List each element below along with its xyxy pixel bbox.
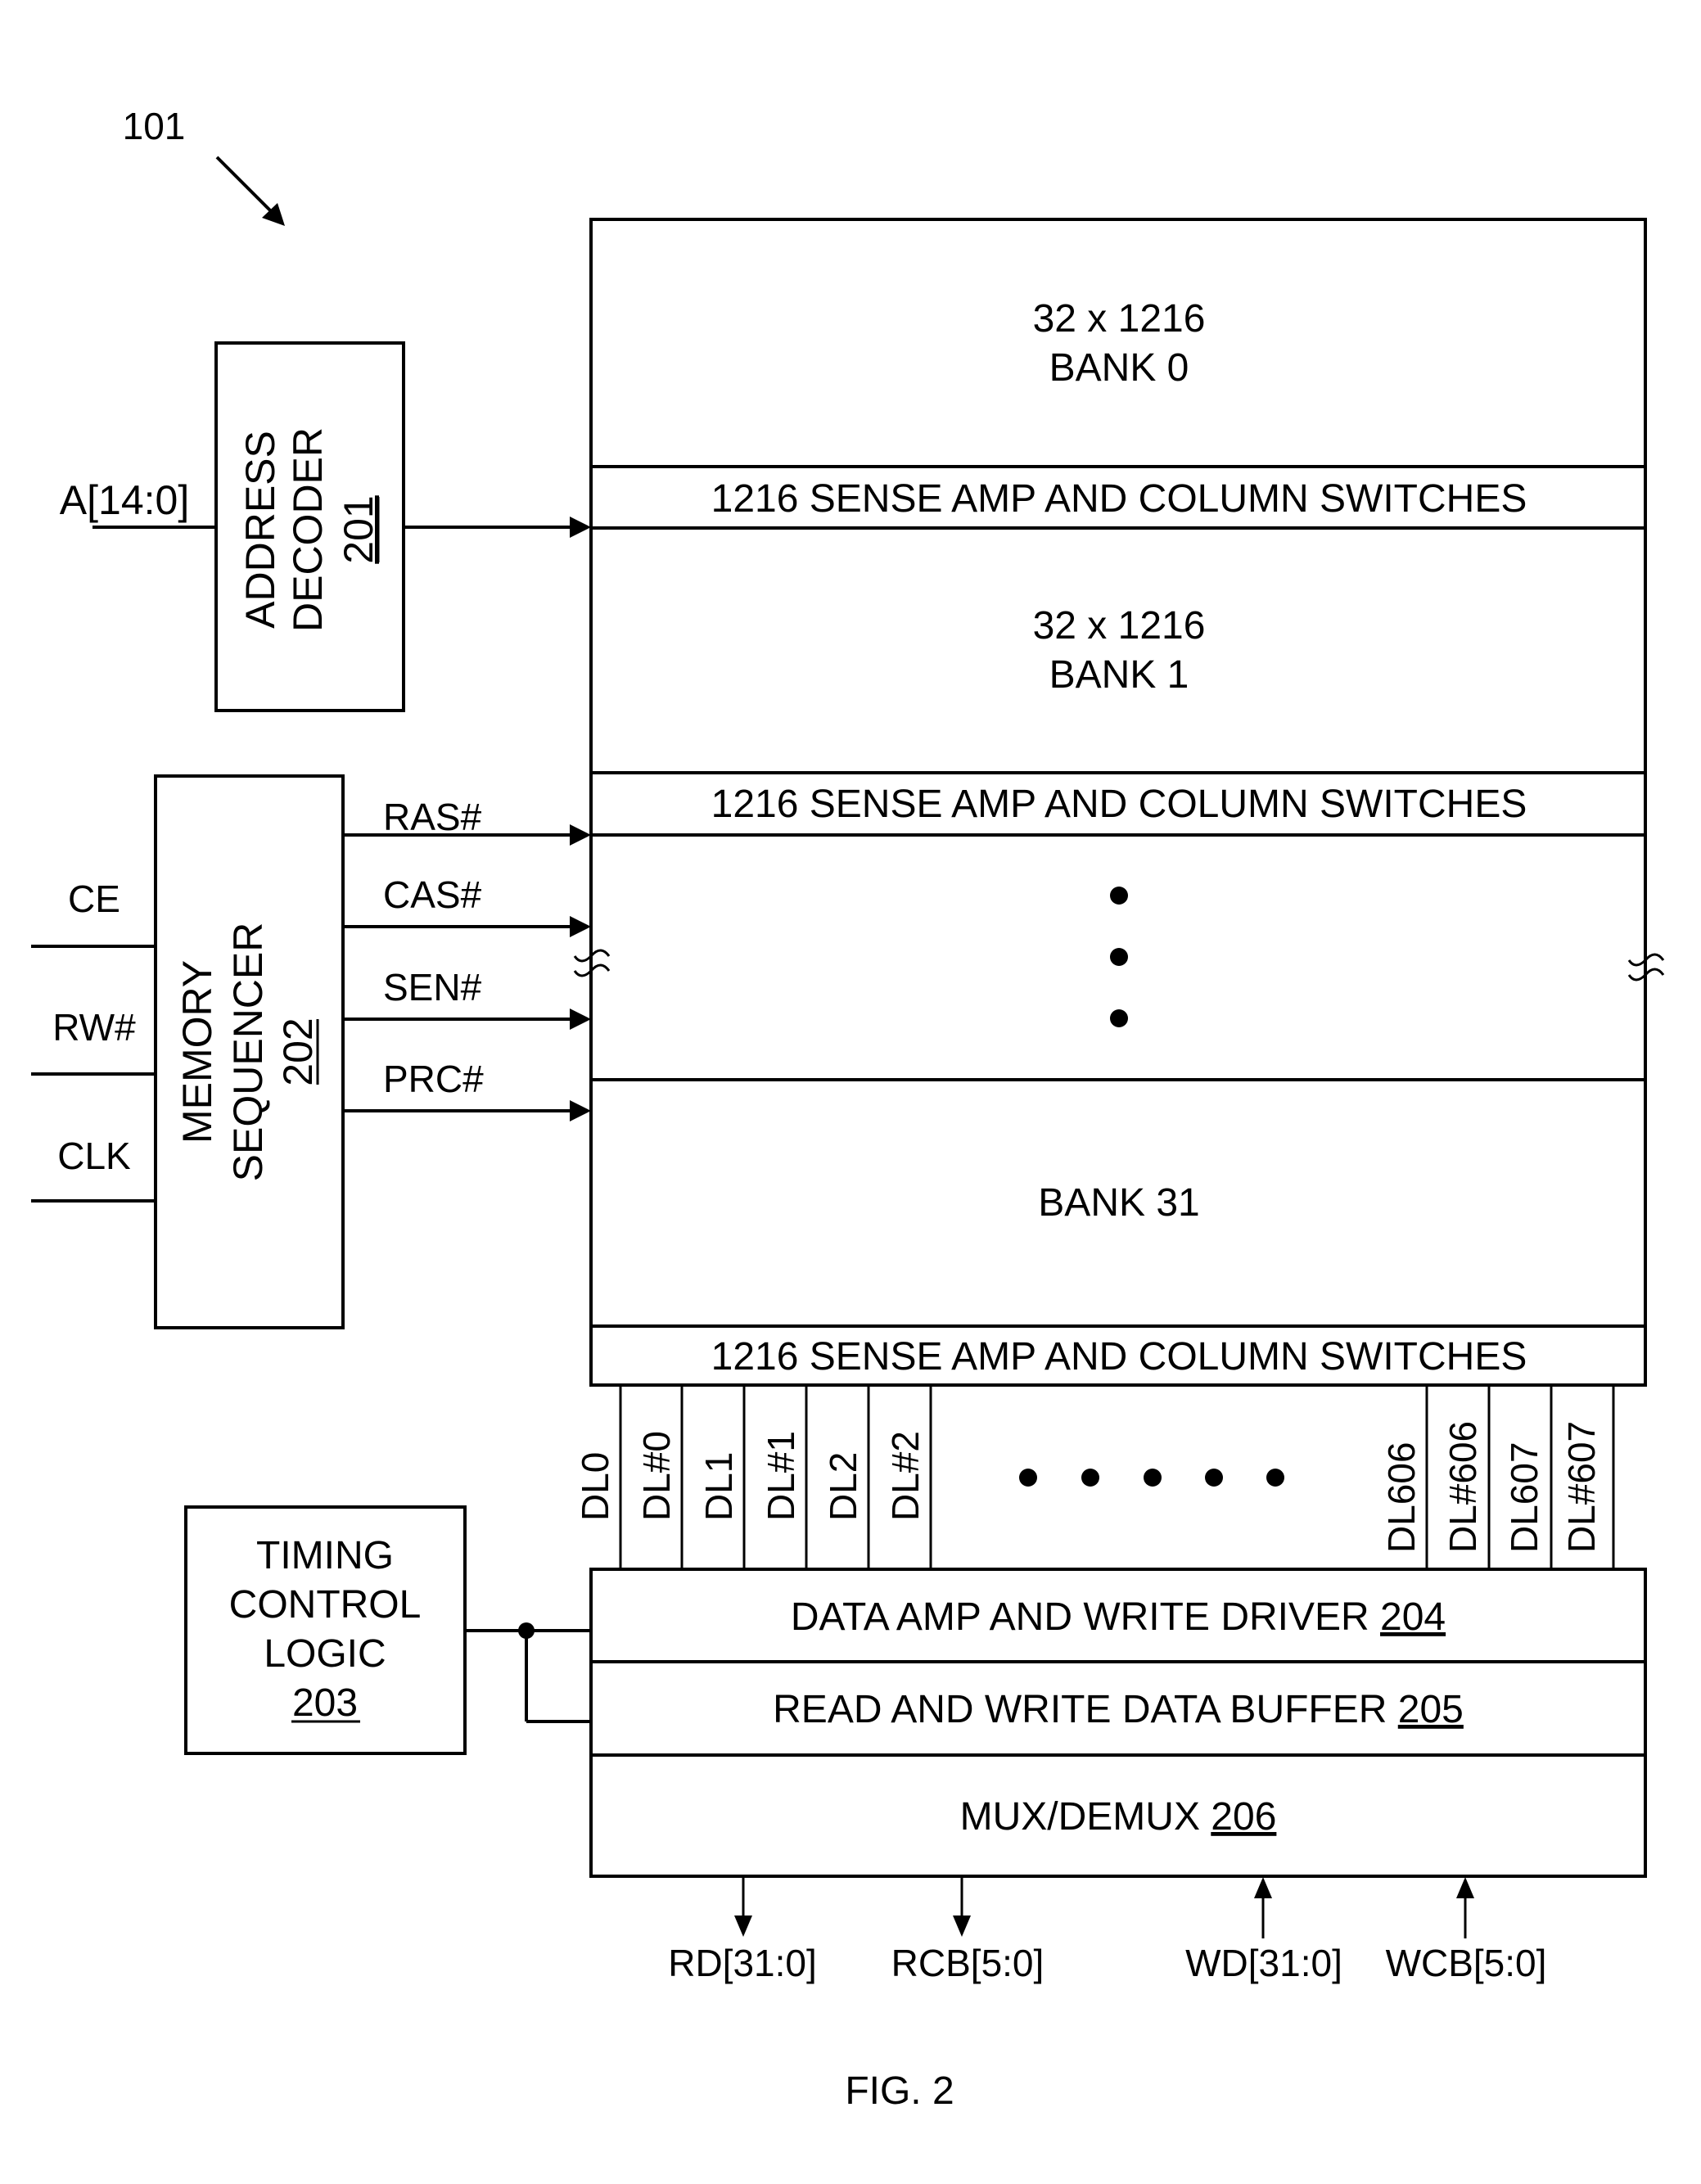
rcb-output-arrow (953, 1876, 971, 1937)
data-line-label: DL0 (574, 1452, 616, 1521)
address-decoder-line-1: ADDRESS (237, 431, 283, 629)
address-decoder-line-2: DECODER (285, 427, 331, 632)
ellipsis-dot (1110, 887, 1128, 905)
timing-control-line-2: CONTROL (229, 1583, 422, 1627)
ellipsis-dot (1081, 1469, 1099, 1487)
sequencer-input-label-clk: CLK (57, 1135, 131, 1177)
sen-arrow (343, 1009, 591, 1030)
buffer-label: READ AND WRITE DATA BUFFER 205 (773, 1688, 1464, 1731)
data-amp-ref: 204 (1380, 1595, 1446, 1639)
bank-0-size: 32 x 1216 (1033, 297, 1206, 341)
figure-caption: FIG. 2 (845, 2069, 954, 2113)
signal-label-prc: PRC# (383, 1058, 484, 1100)
ellipsis-dot (1110, 1009, 1128, 1027)
data-line-label: DL#2 (884, 1431, 927, 1521)
mux-ref: 206 (1211, 1795, 1276, 1839)
bank-0-name: BANK 0 (1049, 346, 1189, 390)
mux-label: MUX/DEMUX 206 (960, 1795, 1277, 1839)
prc-arrow (343, 1100, 591, 1121)
rd-output-arrow (734, 1876, 752, 1937)
io-label-rd: RD[31:0] (668, 1942, 817, 1984)
address-input-label: A[14:0] (60, 477, 189, 523)
wcb-input-arrow (1456, 1877, 1474, 1938)
cas-arrow (343, 916, 591, 937)
io-label-wcb: WCB[5:0] (1386, 1942, 1547, 1984)
memory-sequencer-ref: 202 (275, 1018, 321, 1085)
sequencer-input-label-rw: RW# (52, 1006, 136, 1049)
signal-label-cas: CAS# (383, 873, 482, 916)
bank-1-size: 32 x 1216 (1033, 604, 1206, 648)
bank-1-name: BANK 1 (1049, 653, 1189, 697)
data-line-label: DL607 (1503, 1442, 1545, 1553)
data-amp-label: DATA AMP AND WRITE DRIVER 204 (791, 1595, 1446, 1639)
wd-input-arrow (1254, 1877, 1272, 1938)
timing-control-ref: 203 (292, 1681, 358, 1725)
sense-amp-label-31: 1216 SENSE AMP AND COLUMN SWITCHES (711, 1335, 1527, 1379)
bank-31-name: BANK 31 (1038, 1181, 1199, 1225)
timing-control-connection (465, 1622, 591, 1723)
ellipsis-dot (1110, 948, 1128, 966)
io-label-rcb: RCB[5:0] (891, 1942, 1045, 1984)
data-line-label: DL2 (822, 1452, 864, 1521)
timing-control-line-1: TIMING (256, 1534, 394, 1577)
data-line-label: DL#606 (1442, 1421, 1484, 1553)
memory-sequencer-line-1: MEMORY (174, 960, 220, 1144)
ellipsis-dot (1205, 1469, 1223, 1487)
sense-amp-label-1: 1216 SENSE AMP AND COLUMN SWITCHES (711, 783, 1527, 826)
reference-arrow (215, 156, 285, 226)
data-line-label: DL#607 (1560, 1421, 1603, 1553)
io-label-wd: WD[31:0] (1185, 1942, 1342, 1984)
data-line-label: DL606 (1380, 1442, 1423, 1553)
address-decoder-ref: 201 (336, 495, 381, 563)
address-output-arrow (404, 517, 591, 538)
signal-label-sen: SEN# (383, 966, 482, 1009)
reference-label: 101 (123, 105, 186, 147)
sense-amp-label-0: 1216 SENSE AMP AND COLUMN SWITCHES (711, 477, 1527, 521)
memory-sequencer-line-2: SEQUENCER (225, 923, 271, 1182)
buffer-ref: 205 (1398, 1688, 1464, 1731)
data-amp-text: DATA AMP AND WRITE DRIVER (791, 1595, 1380, 1639)
sequencer-input-label-ce: CE (68, 878, 120, 920)
ellipsis-dot (1019, 1469, 1037, 1487)
mux-text: MUX/DEMUX (960, 1795, 1211, 1839)
data-line-label: DL1 (697, 1452, 740, 1521)
ellipsis-dot (1266, 1469, 1284, 1487)
memory-block-diagram: 101 A[14:0] ADDRESS DECODER 201 CE RW# C… (31, 105, 1665, 2113)
signal-label-ras: RAS# (383, 796, 482, 838)
buffer-text: READ AND WRITE DATA BUFFER (773, 1688, 1398, 1731)
timing-control-line-3: LOGIC (264, 1632, 386, 1676)
data-line-label: DL#1 (760, 1431, 802, 1521)
data-line-label: DL#0 (635, 1431, 678, 1521)
ellipsis-dot (1144, 1469, 1162, 1487)
